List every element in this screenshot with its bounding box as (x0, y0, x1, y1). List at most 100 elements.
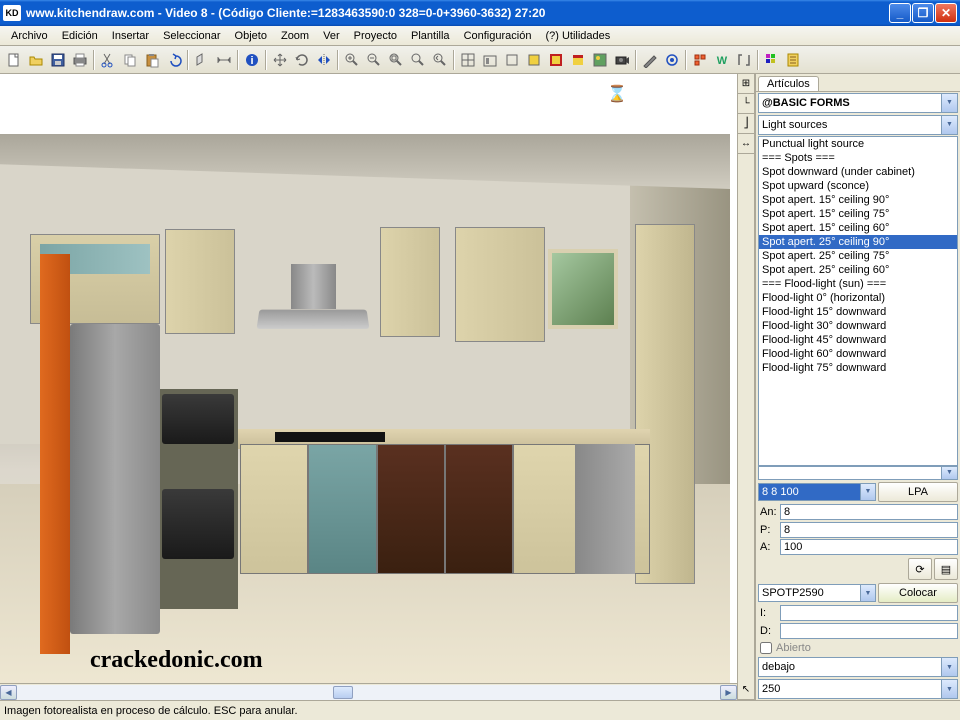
list-item[interactable]: Spot apert. 15° ceiling 75° (759, 207, 957, 221)
side-tool-1[interactable]: ⊞ (738, 74, 754, 94)
menu-archivo[interactable]: Archivo (4, 28, 55, 44)
tool-a-icon[interactable] (639, 49, 661, 71)
zoom-extents-icon[interactable] (407, 49, 429, 71)
horizontal-scrollbar[interactable]: ◀ ▶ (0, 683, 737, 700)
catalog-dropdown[interactable]: @BASIC FORMS ▼ (758, 93, 958, 113)
an-field[interactable] (780, 504, 958, 520)
list-item[interactable]: Flood-light 0° (horizontal) (759, 291, 957, 305)
zoom-prev-icon[interactable] (429, 49, 451, 71)
list-item[interactable]: Spot upward (sconce) (759, 179, 957, 193)
preview-scroll[interactable]: ▼ (758, 466, 958, 480)
print-icon[interactable] (69, 49, 91, 71)
a-field[interactable] (780, 539, 958, 555)
view-elevation-icon[interactable] (479, 49, 501, 71)
tool-b-icon[interactable] (661, 49, 683, 71)
wall-icon[interactable] (191, 49, 213, 71)
scroll-left-icon[interactable]: ◀ (0, 685, 17, 700)
menu-seleccionar[interactable]: Seleccionar (156, 28, 227, 44)
maximize-button[interactable]: ❐ (912, 3, 934, 23)
refresh-icon[interactable]: ⟳ (908, 558, 932, 580)
dims-combo[interactable]: 8 8 100 ▼ (758, 483, 876, 501)
menu-objeto[interactable]: Objeto (228, 28, 274, 44)
open-icon[interactable] (25, 49, 47, 71)
code-combo[interactable]: SPOTP2590 ▼ (758, 584, 876, 602)
list-item[interactable]: Flood-light 60° downward (759, 347, 957, 361)
view-wire-icon[interactable] (501, 49, 523, 71)
items-listbox[interactable]: Punctual light source=== Spots ===Spot d… (758, 136, 958, 466)
d-field[interactable] (780, 623, 958, 639)
paste-icon[interactable] (141, 49, 163, 71)
rotate-icon[interactable] (291, 49, 313, 71)
tab-articulos[interactable]: Artículos (758, 76, 819, 91)
list-item[interactable]: Flood-light 75° downward (759, 361, 957, 375)
save-icon[interactable] (47, 49, 69, 71)
zoom-in-icon[interactable] (341, 49, 363, 71)
menu-configuracion[interactable]: Configuración (457, 28, 539, 44)
chevron-down-icon[interactable]: ▼ (941, 658, 957, 676)
side-tool-3[interactable]: ⎦ (738, 114, 754, 134)
lpa-button[interactable]: LPA (878, 482, 958, 502)
chevron-down-icon[interactable]: ▼ (941, 116, 957, 134)
side-tool-2[interactable]: └ (738, 94, 754, 114)
menu-proyecto[interactable]: Proyecto (347, 28, 404, 44)
tool-e-icon[interactable] (733, 49, 755, 71)
menu-insertar[interactable]: Insertar (105, 28, 156, 44)
zoom-out-icon[interactable] (363, 49, 385, 71)
menu-ver[interactable]: Ver (316, 28, 347, 44)
info-icon[interactable]: i (241, 49, 263, 71)
chevron-down-icon[interactable]: ▼ (941, 680, 957, 698)
view-plan-icon[interactable] (457, 49, 479, 71)
minimize-button[interactable]: _ (889, 3, 911, 23)
list-item[interactable]: Flood-light 30° downward (759, 319, 957, 333)
move-icon[interactable] (269, 49, 291, 71)
chevron-down-icon[interactable]: ▼ (941, 467, 957, 479)
cut-icon[interactable] (97, 49, 119, 71)
chevron-down-icon[interactable]: ▼ (860, 484, 875, 500)
list-item[interactable]: Spot apert. 15° ceiling 90° (759, 193, 957, 207)
category-dropdown[interactable]: Light sources ▼ (758, 115, 958, 135)
undo-icon[interactable] (163, 49, 185, 71)
abierto-checkbox[interactable] (760, 642, 772, 654)
list-item[interactable]: Spot apert. 25° ceiling 60° (759, 263, 957, 277)
height-dropdown[interactable]: 250 ▼ (758, 679, 958, 699)
list-item[interactable]: === Flood-light (sun) === (759, 277, 957, 291)
dimension-icon[interactable] (213, 49, 235, 71)
palette-icon[interactable] (761, 49, 783, 71)
p-field[interactable] (780, 522, 958, 538)
new-icon[interactable] (3, 49, 25, 71)
list-item[interactable]: Spot apert. 25° ceiling 75° (759, 249, 957, 263)
close-button[interactable]: ✕ (935, 3, 957, 23)
colocar-button[interactable]: Colocar (878, 583, 958, 603)
list-item[interactable]: === Spots === (759, 151, 957, 165)
chevron-down-icon[interactable]: ▼ (860, 585, 875, 601)
menu-utilidades[interactable]: (?) Utilidades (538, 28, 617, 44)
copy-icon[interactable] (119, 49, 141, 71)
position-dropdown[interactable]: debajo ▼ (758, 657, 958, 677)
menu-plantilla[interactable]: Plantilla (404, 28, 457, 44)
scroll-thumb[interactable] (333, 686, 353, 699)
view-color3-icon[interactable] (567, 49, 589, 71)
i-field[interactable] (780, 605, 958, 621)
catalog-sheet-icon[interactable]: ▤ (934, 558, 958, 580)
list-item[interactable]: Flood-light 45° downward (759, 333, 957, 347)
view-color2-icon[interactable] (545, 49, 567, 71)
viewport-3d[interactable]: ⌛ (0, 74, 737, 683)
menu-edicion[interactable]: Edición (55, 28, 105, 44)
list-item[interactable]: Spot apert. 15° ceiling 60° (759, 221, 957, 235)
tool-c-icon[interactable] (689, 49, 711, 71)
view-render-icon[interactable] (589, 49, 611, 71)
scroll-right-icon[interactable]: ▶ (720, 685, 737, 700)
catalog-icon[interactable] (783, 49, 805, 71)
view-color1-icon[interactable] (523, 49, 545, 71)
list-item[interactable]: Spot apert. 25° ceiling 90° (759, 235, 957, 249)
camera-icon[interactable] (611, 49, 633, 71)
list-item[interactable]: Spot downward (under cabinet) (759, 165, 957, 179)
zoom-window-icon[interactable] (385, 49, 407, 71)
tool-d-icon[interactable]: W (711, 49, 733, 71)
side-tool-cursor[interactable]: ↖ (738, 680, 754, 700)
list-item[interactable]: Flood-light 15° downward (759, 305, 957, 319)
side-tool-4[interactable]: ↔ (738, 134, 754, 154)
mirror-icon[interactable] (313, 49, 335, 71)
list-item[interactable]: Punctual light source (759, 137, 957, 151)
chevron-down-icon[interactable]: ▼ (941, 94, 957, 112)
